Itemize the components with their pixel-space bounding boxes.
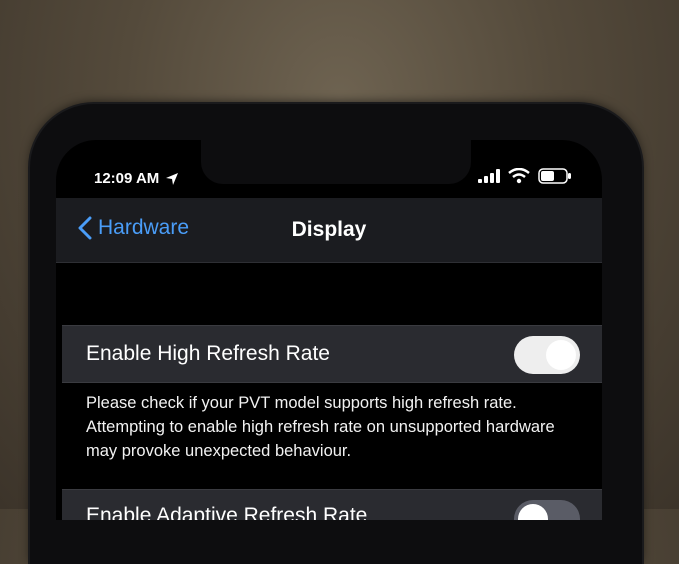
notch [201,140,471,184]
high-refresh-toggle[interactable] [514,336,580,374]
cellular-signal-icon [478,169,500,183]
wifi-icon [508,168,530,184]
high-refresh-label: Enable High Refresh Rate [86,342,330,365]
high-refresh-footer-note: Please check if your PVT model supports … [86,394,555,460]
battery-icon [538,168,571,184]
settings-row-high-refresh[interactable]: Enable High Refresh Rate [62,325,602,383]
location-arrow-icon [166,172,179,185]
settings-row-adaptive-refresh[interactable]: Enable Adaptive Refresh Rate [62,489,602,520]
status-time-group: 12:09 AM [94,170,179,187]
adaptive-refresh-toggle[interactable] [514,500,580,520]
phone-screen: 12:09 AM Hardware Display Enable High Re… [56,140,602,520]
settings-content: Enable High Refresh Rate Please check if… [56,263,602,520]
page-title: Display [291,218,367,241]
navigation-bar: Hardware Display [56,198,602,263]
adaptive-refresh-label: Enable Adaptive Refresh Rate [86,504,368,520]
toggle-knob [518,504,548,520]
toggle-knob [546,340,576,370]
status-icons [478,168,572,184]
status-time: 12:09 AM [94,170,160,187]
